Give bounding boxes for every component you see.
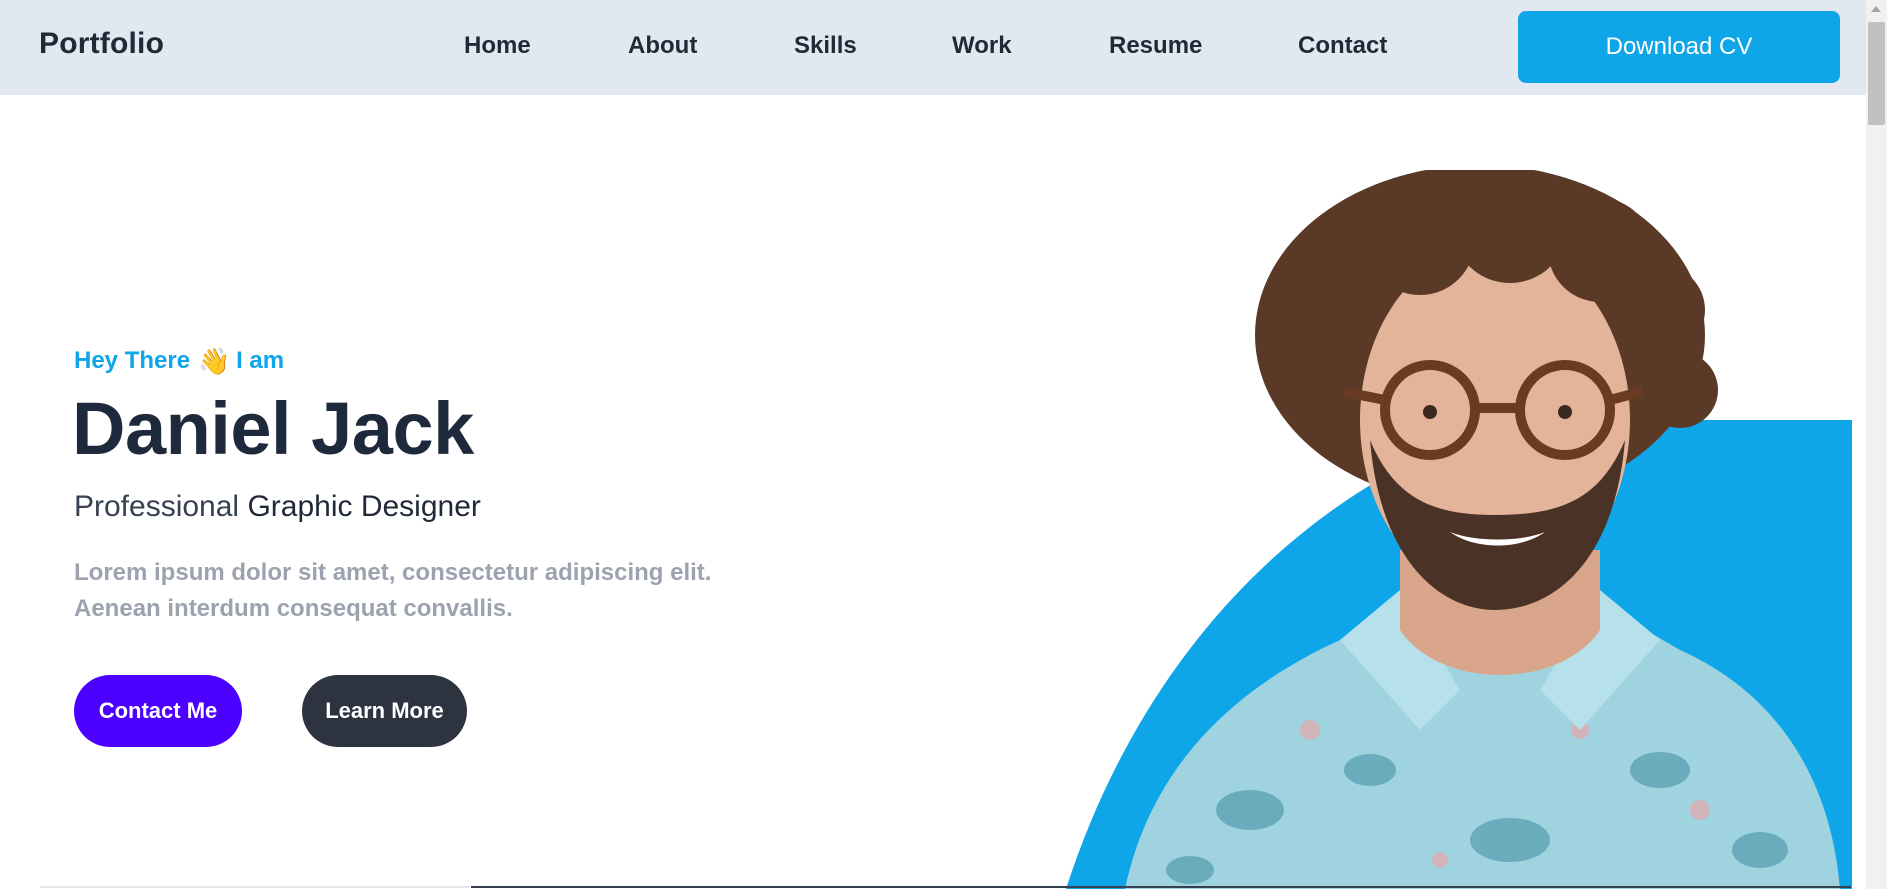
hero-role: Professional Graphic Designer [74, 490, 481, 524]
nav-link-about[interactable]: About [628, 32, 697, 60]
role-prefix: Professional [74, 490, 240, 523]
hero-portrait [1040, 170, 1866, 889]
nav-link-skills[interactable]: Skills [794, 32, 857, 60]
nav-link-resume[interactable]: Resume [1109, 32, 1202, 60]
greeting-prefix: Hey There [74, 347, 191, 374]
page-scrollbar[interactable] [1866, 0, 1887, 889]
nav-link-work[interactable]: Work [952, 32, 1012, 60]
content-divider-line [40, 886, 470, 888]
nav-link-contact[interactable]: Contact [1298, 32, 1387, 60]
contact-me-button[interactable]: Contact Me [74, 675, 242, 747]
portrait-illustration [1066, 170, 1852, 889]
hero-description: Lorem ipsum dolor sit amet, consectetur … [74, 555, 774, 627]
description-line: Aenean interdum consequat convallis. [74, 595, 513, 622]
brand-logo-text[interactable]: Portfolio [39, 27, 164, 61]
greeting-suffix: I am [236, 347, 285, 374]
description-line: Lorem ipsum dolor sit amet, consectetur … [74, 559, 712, 586]
navbar: Portfolio Home About Skills Work Resume … [0, 0, 1866, 95]
learn-more-button[interactable]: Learn More [302, 675, 467, 747]
download-cv-button[interactable]: Download CV [1518, 11, 1840, 83]
content-divider-line [471, 886, 1851, 888]
page: Portfolio Home About Skills Work Resume … [0, 0, 1866, 889]
nav-link-home[interactable]: Home [464, 32, 531, 60]
waving-hand-icon: 👋 [198, 346, 231, 376]
scroll-up-arrow-icon[interactable] [1871, 6, 1881, 12]
role-title: Graphic Designer [247, 490, 481, 523]
hero-name: Daniel Jack [72, 387, 474, 470]
hero-greeting: Hey There 👋 I am [74, 346, 284, 376]
scrollbar-thumb[interactable] [1868, 22, 1885, 125]
